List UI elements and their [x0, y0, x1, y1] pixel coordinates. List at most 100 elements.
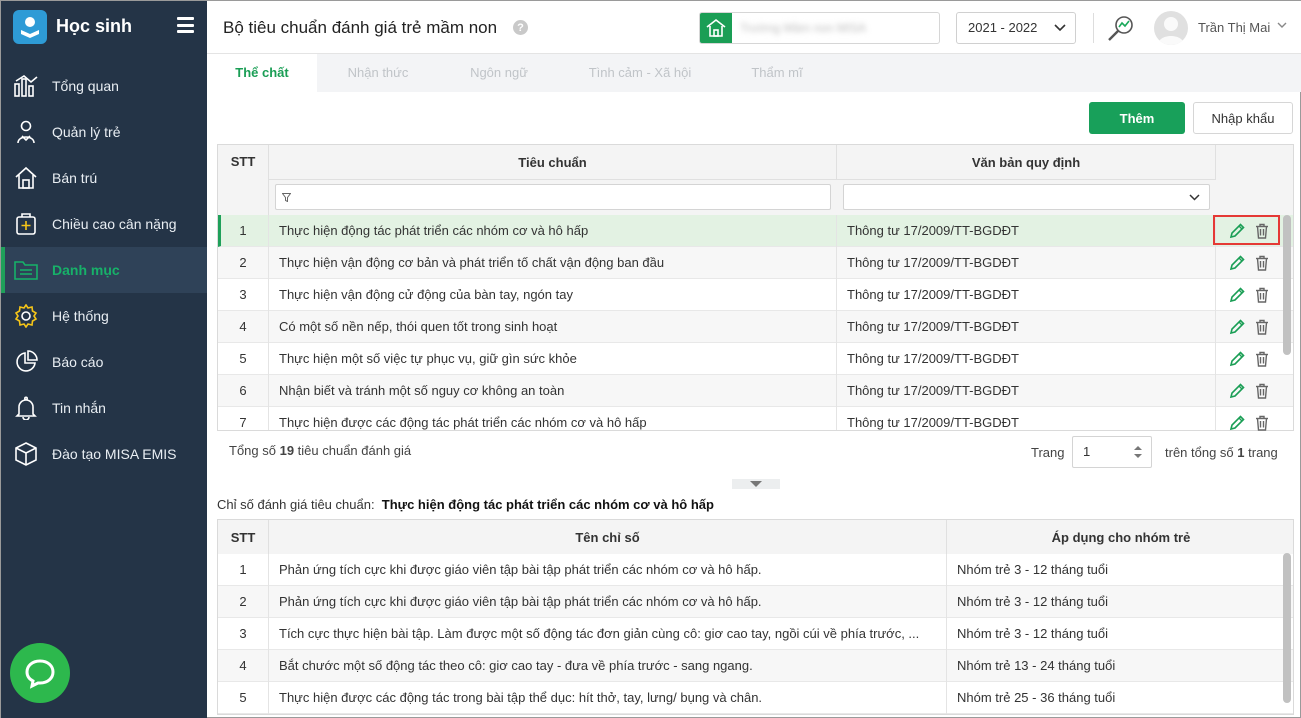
tab-physical[interactable]: Thể chất — [207, 54, 317, 92]
edit-pencil-icon[interactable] — [1228, 254, 1246, 272]
sidebar-item-boarding[interactable]: Bán trú — [1, 155, 207, 201]
edit-pencil-icon[interactable] — [1228, 286, 1246, 304]
action-highlight-box — [1213, 215, 1280, 245]
school-year-select[interactable]: 2021 - 2022 — [956, 12, 1076, 44]
sidebar-item-label: Chiều cao cân nặng — [52, 216, 177, 232]
row-indicator: Phản ứng tích cực khi được giáo viên tập… — [269, 586, 947, 618]
delete-trash-icon[interactable] — [1253, 382, 1271, 400]
chat-icon — [25, 659, 55, 689]
hamburger-menu-icon[interactable] — [177, 17, 194, 33]
row-standard: Thực hiện một số việc tự phục vụ, giữ gì… — [269, 343, 837, 375]
edit-pencil-icon[interactable] — [1228, 414, 1246, 431]
table-row[interactable]: 2 Phản ứng tích cực khi được giáo viên t… — [218, 586, 1293, 618]
sidebar-item-height-weight[interactable]: Chiều cao cân nặng — [1, 201, 207, 247]
standard-filter-input[interactable] — [275, 184, 831, 210]
chevron-down-icon[interactable] — [1277, 22, 1287, 29]
row-standard: Thực hiện vận động cơ bản và phát triển … — [269, 247, 837, 279]
edit-pencil-icon[interactable] — [1228, 318, 1246, 336]
table-row[interactable]: 4 Có một số nền nếp, thói quen tốt trong… — [218, 311, 1293, 343]
table-row[interactable]: 5 Thực hiện một số việc tự phục vụ, giữ … — [218, 343, 1293, 375]
total-count-text: Tổng số 19 tiêu chuẩn đánh giá — [229, 443, 411, 458]
column-header-no: STT — [218, 520, 269, 554]
page-label: Trang — [1031, 445, 1065, 460]
document-filter-select[interactable] — [843, 184, 1210, 210]
of-count: 1 — [1237, 445, 1245, 460]
row-document: Thông tư 17/2009/TT-BGDĐT — [837, 311, 1216, 343]
import-button[interactable]: Nhập khẩu — [1193, 102, 1293, 134]
delete-trash-icon[interactable] — [1253, 414, 1271, 431]
gear-icon — [13, 303, 39, 329]
row-no: 7 — [218, 407, 269, 430]
row-standard: Thực hiện được các động tác phát triển c… — [269, 407, 837, 430]
row-document: Thông tư 17/2009/TT-BGDĐT — [837, 375, 1216, 407]
row-document: Thông tư 17/2009/TT-BGDĐT — [837, 343, 1216, 375]
sidebar-item-training[interactable]: Đào tạo MISA EMIS — [1, 431, 207, 477]
header-divider — [1093, 13, 1094, 43]
sidebar-item-reports[interactable]: Báo cáo — [1, 339, 207, 385]
table-row[interactable]: 3 Thực hiện vận động cử động của bàn tay… — [218, 279, 1293, 311]
edit-pencil-icon[interactable] — [1228, 382, 1246, 400]
sidebar-item-catalog[interactable]: Danh mục — [1, 247, 207, 293]
school-icon — [700, 13, 732, 43]
chat-support-button[interactable] — [10, 643, 70, 703]
row-group: Nhóm trẻ 25 - 36 tháng tuổi — [957, 690, 1116, 705]
edit-pencil-icon[interactable] — [1228, 350, 1246, 368]
column-header-actions — [1216, 145, 1293, 215]
analytics-search-icon[interactable] — [1107, 14, 1135, 42]
table-row[interactable]: 3 Tích cực thực hiện bài tập. Làm được m… — [218, 618, 1293, 650]
row-standard: Thực hiện vận động cử động của bàn tay, … — [269, 279, 837, 311]
delete-trash-icon[interactable] — [1253, 318, 1271, 336]
sidebar-item-students[interactable]: Quản lý trẻ — [1, 109, 207, 155]
sidebar-item-label: Đào tạo MISA EMIS — [52, 446, 177, 462]
column-header-label: STT — [230, 154, 256, 169]
app-logo-icon — [13, 10, 47, 44]
total-count: 19 — [279, 443, 295, 458]
table-row[interactable]: 5 Thực hiện được các động tác trong bài … — [218, 682, 1293, 714]
row-document: Thông tư 17/2009/TT-BGDĐT — [837, 279, 1216, 311]
panel-collapse-handle[interactable] — [732, 479, 780, 489]
sidebar-item-system[interactable]: Hệ thống — [1, 293, 207, 339]
user-name[interactable]: Trần Thị Mai — [1198, 20, 1270, 35]
tab-language[interactable]: Ngôn ngữ — [441, 54, 557, 92]
row-indicator: Bắt chước một số động tác theo cô: giơ c… — [269, 650, 947, 682]
delete-trash-icon[interactable] — [1253, 286, 1271, 304]
scrollbar-thumb[interactable] — [1283, 553, 1291, 703]
table-row[interactable]: 1 Phản ứng tích cực khi được giáo viên t… — [218, 554, 1293, 586]
tab-cognitive[interactable]: Nhận thức — [321, 54, 435, 92]
sidebar-item-label: Báo cáo — [52, 354, 104, 370]
chevron-down-icon — [1189, 194, 1200, 201]
total-pages-text: trên tổng số 1 trang — [1165, 445, 1278, 460]
table-row[interactable]: 7 Thực hiện được các động tác phát triển… — [218, 407, 1293, 430]
sidebar-item-messages[interactable]: Tin nhắn — [1, 385, 207, 431]
page-number-input[interactable]: 1 — [1072, 436, 1152, 468]
tab-aesthetics[interactable]: Thẩm mĩ — [721, 54, 833, 92]
help-icon[interactable]: ? — [513, 20, 528, 35]
stepper-icon[interactable] — [1133, 444, 1143, 460]
row-no: 4 — [218, 650, 269, 682]
delete-trash-icon[interactable] — [1253, 254, 1271, 272]
table-row[interactable]: 6 Nhận biết và tránh một số nguy cơ khôn… — [218, 375, 1293, 407]
standards-scrollbar[interactable] — [1283, 215, 1291, 415]
sidebar-item-label: Tổng quan — [52, 78, 119, 94]
of-prefix: trên tổng số — [1165, 445, 1238, 460]
sidebar-item-label: Bán trú — [52, 170, 98, 186]
table-row[interactable]: 1 Thực hiện động tác phát triển các nhóm… — [218, 215, 1293, 247]
school-selector[interactable]: Trường Mầm non MISA — [699, 12, 940, 44]
table-row[interactable]: 2 Thực hiện vận động cơ bản và phát triể… — [218, 247, 1293, 279]
row-document: Thông tư 17/2009/TT-BGDĐT — [837, 215, 1216, 247]
row-no: 1 — [218, 554, 269, 586]
row-document: Thông tư 17/2009/TT-BGDĐT — [837, 247, 1216, 279]
avatar[interactable] — [1154, 11, 1188, 45]
scrollbar-thumb[interactable] — [1283, 215, 1291, 355]
row-indicator: Thực hiện được các động tác trong bài tậ… — [269, 682, 947, 714]
row-standard: Nhận biết và tránh một số nguy cơ không … — [269, 375, 837, 407]
table-row[interactable]: 4 Bắt chước một số động tác theo cô: giơ… — [218, 650, 1293, 682]
row-no: 2 — [218, 586, 269, 618]
row-group: Nhóm trẻ 3 - 12 tháng tuổi — [957, 626, 1109, 641]
row-standard: Thực hiện động tác phát triển các nhóm c… — [269, 215, 837, 247]
indicators-scrollbar[interactable] — [1283, 553, 1291, 713]
add-button[interactable]: Thêm — [1089, 102, 1185, 134]
sidebar-item-overview[interactable]: Tổng quan — [1, 63, 207, 109]
tab-social-emotional[interactable]: Tình cảm - Xã hội — [567, 54, 713, 92]
delete-trash-icon[interactable] — [1253, 350, 1271, 368]
